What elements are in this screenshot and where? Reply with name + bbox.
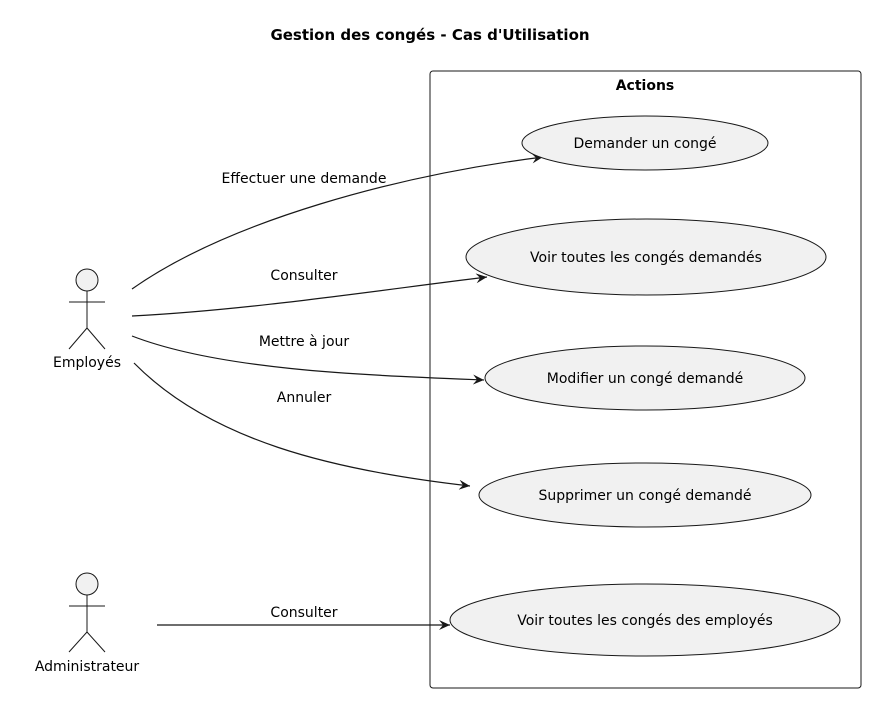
diagram-title: Gestion des congés - Cas d'Utilisation [270,26,589,44]
actor-label: Administrateur [35,659,140,675]
use-case-label: Voir toutes les congés demandés [530,250,762,266]
actor-head-icon [75,268,99,292]
actor-head-icon [75,572,99,596]
edge-label: Annuler [277,390,332,406]
edge-label: Mettre à jour [259,334,350,350]
use-case-label: Voir toutes les congés des employés [517,613,773,629]
actor-label: Employés [53,355,121,371]
package-label: Actions [616,78,675,94]
edge-label: Consulter [270,605,337,621]
actor-administrateur[interactable] [68,572,106,653]
edge-label: Effectuer une demande [222,171,387,187]
edge-label: Consulter [270,268,337,284]
use-case-label: Supprimer un congé demandé [538,488,751,504]
edge-annuler [133,362,471,490]
use-case-label: Demander un congé [573,136,716,152]
use-case-diagram: Gestion des congés - Cas d'Utilisation A… [35,26,862,689]
actor-employes[interactable] [68,268,106,350]
use-case-label: Modifier un congé demandé [547,371,743,387]
